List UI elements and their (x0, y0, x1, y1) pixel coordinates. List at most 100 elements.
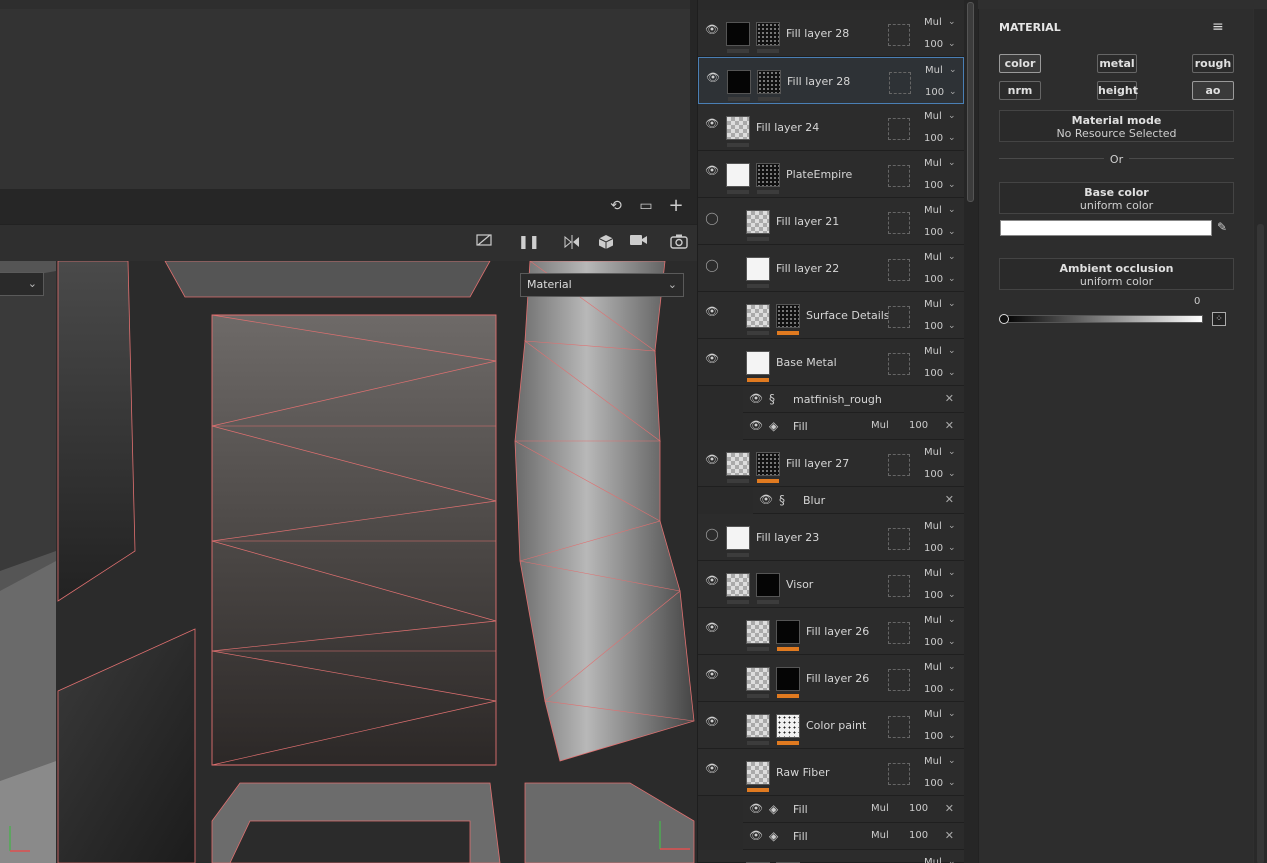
chevron-down-icon[interactable]: ⌄ (948, 133, 956, 143)
effect-row[interactable]: 👁 ◈ Fill Mul 100 ✕ (743, 823, 964, 850)
chevron-down-icon[interactable]: ⌄ (948, 590, 956, 600)
layer-blend-mode[interactable]: Mul (924, 857, 942, 863)
layer-thumbnail[interactable] (746, 351, 770, 375)
plus-icon[interactable]: + (666, 196, 686, 216)
mask-placeholder[interactable] (888, 259, 910, 281)
effect-blend-mode[interactable]: Mul (871, 803, 889, 814)
eye-icon[interactable]: 👁 (758, 494, 774, 506)
layer-thumbnail[interactable] (746, 304, 770, 328)
layer-blend-mode[interactable]: Mul (924, 568, 942, 579)
effect-row[interactable]: 👁 ◈ Fill Mul 100 ✕ (743, 413, 964, 440)
layer-name[interactable]: Base Metal (776, 356, 837, 369)
material-dropdown[interactable]: Material ⌄ (520, 273, 684, 297)
pause-icon[interactable]: ❚❚ (518, 233, 540, 253)
chevron-down-icon[interactable]: ⌄ (948, 158, 956, 168)
layer-blend-mode[interactable]: Mul (924, 111, 942, 122)
layer-thumbnail[interactable] (726, 452, 750, 476)
layer-name[interactable]: Fill layer 21 (776, 215, 839, 228)
close-icon[interactable]: ✕ (945, 802, 954, 815)
layer-thumbnail[interactable] (746, 620, 770, 644)
layer-mask-thumbnail[interactable] (757, 70, 781, 94)
layer-name[interactable]: Raw Fiber (776, 766, 830, 779)
layer-name[interactable]: Fill layer 23 (756, 531, 819, 544)
eye-icon[interactable]: 👁 (704, 575, 720, 587)
layer-row[interactable]: 👁📂VisorMul⌄100⌄ (698, 561, 964, 608)
layer-opacity[interactable]: 100 (924, 731, 943, 742)
uv-viewport[interactable]: ⌄ Material ⌄ (0, 261, 697, 863)
layer-row[interactable]: ◯ Fill layer 21 Mul ⌄ 100 ⌄ (698, 198, 964, 245)
layer-opacity[interactable]: 100 (924, 274, 943, 285)
chevron-down-icon[interactable]: ⌄ (948, 227, 956, 237)
chevron-down-icon[interactable]: ⌄ (948, 17, 956, 27)
camera-icon[interactable] (626, 233, 652, 253)
screenshot-icon[interactable] (668, 233, 690, 253)
mask-placeholder[interactable] (888, 165, 910, 187)
layer-mask-thumbnail[interactable] (776, 714, 800, 738)
properties-scroll-thumb[interactable] (1257, 224, 1264, 863)
layer-blend-mode[interactable]: Mul (925, 65, 943, 76)
layer-mask-thumbnail[interactable] (776, 620, 800, 644)
layer-blend-mode[interactable]: Mul (924, 158, 942, 169)
mask-placeholder[interactable] (888, 118, 910, 140)
chevron-down-icon[interactable]: ⌄ (948, 731, 956, 741)
chevron-down-icon[interactable]: ⌄ (948, 111, 956, 121)
mask-placeholder[interactable] (888, 669, 910, 691)
layer-mask-thumbnail[interactable] (756, 163, 780, 187)
effect-row[interactable]: 👁 ◈ Fill Mul 100 ✕ (743, 796, 964, 823)
layer-blend-mode[interactable]: Mul (924, 205, 942, 216)
layer-opacity[interactable]: 100 (924, 778, 943, 789)
channel-metal-button[interactable]: metal (1097, 54, 1137, 73)
chevron-down-icon[interactable]: ⌄ (948, 857, 956, 863)
eyedropper-icon[interactable]: ✎ (1217, 220, 1227, 234)
menu-icon[interactable]: ≡ (1212, 19, 1224, 35)
layer-thumbnail[interactable] (727, 70, 751, 94)
layer-scroll-thumb[interactable] (967, 2, 974, 202)
layer-stack-scrollbar[interactable] (964, 0, 978, 863)
layer-row[interactable]: 👁 Color paint Mul ⌄ 100 ⌄ (698, 702, 964, 749)
symmetry-icon[interactable] (561, 233, 585, 253)
channel-dropdown-left[interactable]: ⌄ (0, 272, 44, 296)
chevron-down-icon[interactable]: ⌄ (949, 87, 957, 97)
layer-blend-mode[interactable]: Mul (924, 521, 942, 532)
mask-placeholder[interactable] (888, 622, 910, 644)
chevron-down-icon[interactable]: ⌄ (948, 39, 956, 49)
layer-thumbnail[interactable] (746, 667, 770, 691)
eye-icon[interactable]: 👁 (704, 353, 720, 365)
mask-placeholder[interactable] (888, 212, 910, 234)
effect-row[interactable]: 👁 § matfinish_rough ✕ (743, 386, 964, 413)
cube-icon[interactable] (594, 233, 618, 253)
layer-opacity[interactable]: 100 (924, 684, 943, 695)
layer-thumbnail[interactable] (746, 714, 770, 738)
close-icon[interactable]: ✕ (945, 829, 954, 842)
chevron-down-icon[interactable]: ⌄ (949, 65, 957, 75)
ao-slider-handle[interactable] (999, 314, 1009, 324)
eye-icon[interactable]: 👁 (704, 669, 720, 681)
layer-thumbnail[interactable] (726, 163, 750, 187)
hide-icon[interactable] (474, 233, 494, 253)
layer-name[interactable]: Fill layer 27 (786, 457, 849, 470)
layer-row[interactable]: ◯ Fill layer 23 Mul ⌄ 100 ⌄ (698, 514, 964, 561)
layer-blend-mode[interactable]: Mul (924, 299, 942, 310)
close-icon[interactable]: ✕ (945, 493, 954, 506)
channel-ao-button[interactable]: ao (1192, 81, 1234, 100)
mask-placeholder[interactable] (888, 24, 910, 46)
layer-name[interactable]: Fill layer 26 (806, 625, 869, 638)
layer-thumbnail[interactable] (746, 210, 770, 234)
eye-icon[interactable]: 👁 (704, 306, 720, 318)
eye-icon[interactable]: 👁 (704, 454, 720, 466)
layer-thumbnail[interactable] (746, 761, 770, 785)
layer-blend-mode[interactable]: Mul (924, 756, 942, 767)
layer-row[interactable]: 👁 Fill layer 26 Mul ⌄ 100 ⌄ (698, 608, 964, 655)
effect-opacity[interactable]: 100 (909, 803, 928, 814)
layer-opacity[interactable]: 100 (924, 321, 943, 332)
chevron-down-icon[interactable]: ⌄ (948, 543, 956, 553)
effect-opacity[interactable]: 100 (909, 420, 928, 431)
layer-row[interactable]: 👁📂PlateEmpireMul⌄100⌄ (698, 151, 964, 198)
layer-row[interactable]: 👁 Surface Details Mul ⌄ 100 ⌄ (698, 292, 964, 339)
layer-row[interactable]: ◯ Fill layer 22 Mul ⌄ 100 ⌄ (698, 245, 964, 292)
layer-row[interactable]: 👁 Fill layer 26 Mul ⌄ 100 ⌄ (698, 655, 964, 702)
layer-name[interactable]: Color paint (806, 719, 866, 732)
chevron-down-icon[interactable]: ⌄ (948, 756, 956, 766)
effect-name[interactable]: Fill (793, 830, 808, 843)
layer-thumbnail[interactable] (726, 526, 750, 550)
